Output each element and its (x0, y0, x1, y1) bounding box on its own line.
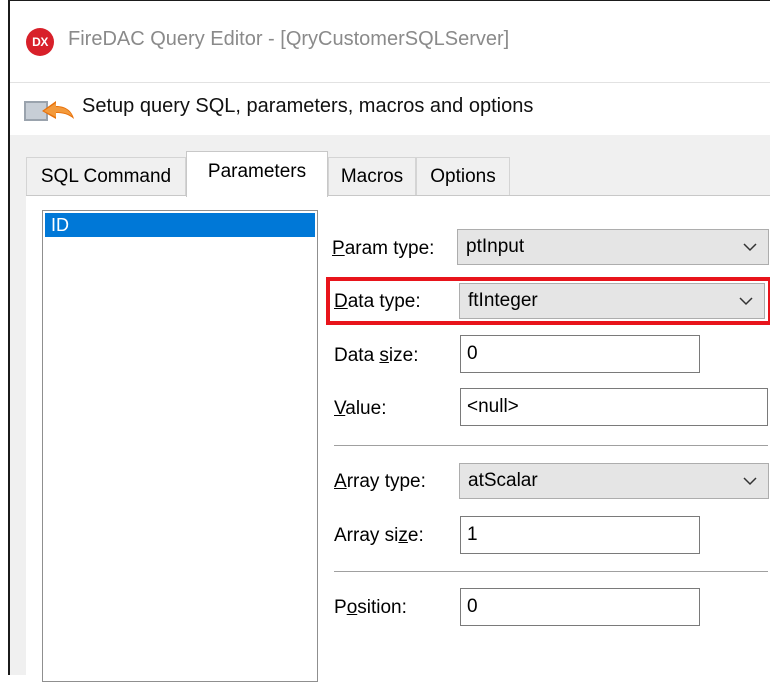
tab-options[interactable]: Options (416, 157, 510, 195)
data-type-value: ftInteger (468, 290, 538, 311)
divider (334, 445, 768, 446)
value-input[interactable]: <null> (460, 388, 768, 426)
tab-label: Parameters (207, 161, 307, 182)
data-size-label: Data size: (334, 345, 419, 366)
header-band: Setup query SQL, parameters, macros and … (10, 82, 770, 136)
title-bar[interactable]: DX FireDAC Query Editor - [QryCustomerSQ… (10, 1, 770, 81)
param-type-label: Param type: (332, 238, 435, 259)
param-type-select[interactable]: ptInput (457, 229, 769, 265)
tab-parameters[interactable]: Parameters (186, 151, 328, 197)
value-label: Value: (334, 398, 387, 419)
parameters-listbox[interactable]: ID (42, 210, 318, 682)
array-size-label: Array size: (334, 525, 424, 546)
chevron-down-icon (743, 477, 757, 486)
tab-macros[interactable]: Macros (328, 157, 416, 195)
array-type-select[interactable]: atScalar (459, 463, 769, 499)
query-editor-window: DX FireDAC Query Editor - [QryCustomerSQ… (8, 0, 770, 682)
data-type-select[interactable]: ftInteger (459, 283, 765, 319)
chevron-down-icon (739, 297, 753, 306)
dx-logo-icon: DX (26, 28, 54, 56)
data-type-label: Data type: (334, 291, 421, 312)
tab-label: Macros (340, 166, 404, 187)
data-size-input[interactable]: 0 (460, 335, 700, 373)
tab-label: Options (430, 166, 496, 187)
divider (334, 571, 768, 572)
window-title: FireDAC Query Editor - [QryCustomerSQLSe… (68, 28, 510, 50)
array-size-input[interactable]: 1 (460, 516, 700, 554)
position-label: Position: (334, 597, 407, 618)
array-type-value: atScalar (468, 470, 538, 491)
position-input[interactable]: 0 (460, 588, 700, 626)
header-description: Setup query SQL, parameters, macros and … (82, 95, 534, 117)
param-type-value: ptInput (466, 236, 525, 257)
tab-label: SQL Command (40, 166, 172, 187)
array-type-label: Array type: (334, 471, 426, 492)
tab-sql-command[interactable]: SQL Command (26, 157, 186, 195)
wizard-arrow-icon (24, 101, 74, 121)
chevron-down-icon (743, 243, 757, 252)
list-item[interactable]: ID (45, 213, 315, 237)
